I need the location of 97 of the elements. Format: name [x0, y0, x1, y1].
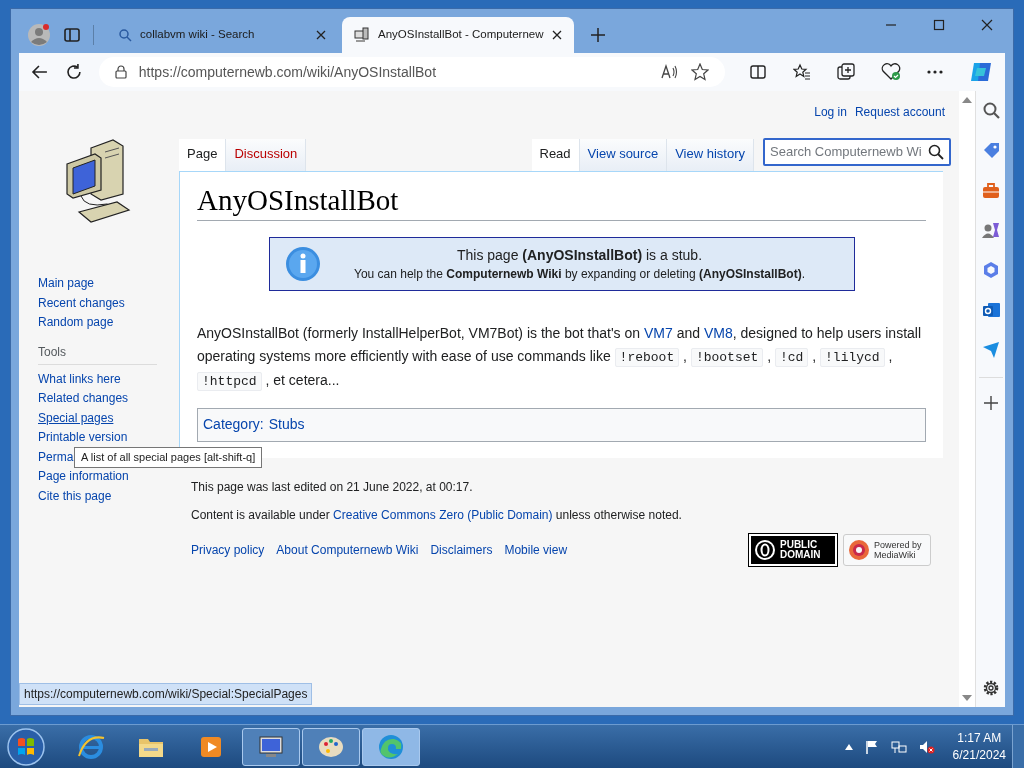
page-title: AnyOSInstallBot: [197, 182, 926, 221]
inline-code: !reboot: [614, 347, 680, 367]
computer-icon: [354, 27, 370, 43]
browser-tab[interactable]: AnyOSInstallBot - Computernew: [342, 17, 574, 53]
toolbox-icon[interactable]: [981, 181, 1000, 199]
body-paragraph: AnyOSInstallBot (formerly InstallHelperBot, VM7Bot) is the bot that's on VM7 and VM8, designed to help users install operating systems more efficiently with ease of use commands like !reboot , !bootset , !cd , !lilycd , !httpcd , et cetera...: [197, 324, 923, 393]
scroll-down-icon[interactable]: [962, 695, 972, 701]
status-url: https://computernewb.com/wiki/Special:SpecialPages: [19, 683, 313, 705]
mediawiki-badge[interactable]: Powered by MediaWiki: [843, 533, 931, 566]
close-icon[interactable]: [981, 19, 993, 31]
maximize-icon[interactable]: [933, 19, 945, 31]
category-link[interactable]: Stubs: [268, 414, 305, 435]
page-tab[interactable]: Discussion: [226, 139, 307, 171]
nav-link[interactable]: Main page: [38, 274, 95, 294]
stub-title: This page (AnyOSInstallBot) is a stub.: [456, 246, 703, 265]
new-tab-icon[interactable]: [590, 27, 606, 43]
refresh-icon[interactable]: [64, 63, 83, 81]
read-aloud-icon[interactable]: [661, 64, 679, 80]
badge-text: PUBLIC: [780, 539, 819, 550]
body-link[interactable]: VM7: [644, 325, 673, 341]
inline-code: !cd: [774, 347, 809, 367]
account-link[interactable]: Request account: [854, 103, 945, 121]
stub-text: You can help the Computernewb Wiki by expanding or deleting (AnyOSInstallBot).: [354, 266, 805, 283]
inline-code: !lilycd: [820, 347, 885, 367]
tab-title: collabvm wiki - Search: [140, 27, 256, 43]
address-bar[interactable]: https://computernewb.com/wiki/AnyOSInstallBot: [98, 57, 725, 87]
public-domain-badge[interactable]: PUBLIC DOMAIN: [749, 533, 837, 566]
favorites-icon[interactable]: [793, 63, 811, 81]
network-icon[interactable]: [890, 739, 907, 754]
footer-link[interactable]: Mobile view: [504, 540, 568, 559]
nav-link[interactable]: Random page: [38, 313, 114, 333]
search-field[interactable]: Search Computernewb Wi: [763, 138, 951, 166]
star-icon[interactable]: [691, 63, 709, 81]
tool-link[interactable]: Special pages: [38, 408, 114, 428]
info-icon: [284, 246, 321, 282]
badge-text: MediaWiki: [874, 549, 916, 560]
outlook-icon[interactable]: [981, 301, 1000, 319]
license-link[interactable]: Creative Commons Zero (Public Domain): [333, 507, 553, 522]
tool-link[interactable]: Printable version: [38, 428, 128, 448]
page-tab[interactable]: Read: [531, 139, 580, 171]
page-tab[interactable]: View history: [667, 139, 754, 171]
category-label[interactable]: Category:: [203, 414, 264, 435]
taskbar-app[interactable]: [302, 727, 360, 766]
tool-link[interactable]: Perma: [38, 447, 74, 467]
back-icon[interactable]: [31, 63, 49, 81]
close-icon[interactable]: [316, 30, 326, 40]
flag-icon[interactable]: [864, 739, 879, 754]
zero-icon: [754, 538, 776, 561]
add-icon[interactable]: [983, 396, 998, 410]
tool-link[interactable]: Cite this page: [38, 486, 112, 506]
search-icon[interactable]: [928, 144, 944, 160]
body-link[interactable]: VM8: [703, 325, 733, 341]
volume-muted-icon[interactable]: [918, 739, 935, 754]
clock-date: 6/21/2024: [952, 746, 1006, 764]
copilot-icon[interactable]: [969, 60, 993, 84]
tab-title: AnyOSInstallBot - Computernew: [378, 27, 544, 43]
search-icon: [118, 28, 132, 42]
account-link[interactable]: Log in: [814, 103, 847, 121]
lock-icon: [114, 65, 127, 79]
tooltip: A list of all special pages [alt-shift-q]: [74, 446, 263, 468]
clock[interactable]: 1:17 AM 6/21/2024: [952, 729, 1006, 764]
section-heading: Tools: [38, 342, 157, 365]
url-text: https://computernewb.com/wiki/AnyOSInstallBot: [138, 62, 437, 82]
tool-link[interactable]: Page information: [38, 467, 129, 487]
start-button[interactable]: [6, 726, 46, 767]
tool-link[interactable]: What links here: [38, 369, 121, 389]
page-tab[interactable]: Page: [179, 139, 227, 171]
tool-link[interactable]: Related changes: [38, 389, 129, 409]
collections-icon[interactable]: [837, 63, 855, 81]
health-icon[interactable]: [881, 63, 901, 81]
badge-text: DOMAIN: [780, 549, 821, 560]
hexagon-icon[interactable]: [981, 261, 1000, 279]
nav-link[interactable]: Recent changes: [38, 293, 125, 313]
inline-code: !httpcd: [197, 372, 262, 391]
split-screen-icon[interactable]: [749, 63, 767, 81]
license-text: Content is available under Creative Commons Zero (Public Domain) unless otherwise noted.: [191, 506, 683, 524]
profile-icon[interactable]: [27, 23, 51, 47]
people-icon[interactable]: [981, 221, 1000, 239]
show-hidden-icon[interactable]: [844, 743, 853, 750]
footer-link[interactable]: Privacy policy: [191, 540, 265, 559]
inline-code: !bootset: [690, 347, 764, 367]
settings-icon[interactable]: [981, 679, 1000, 697]
close-icon[interactable]: [552, 30, 562, 40]
taskbar-app[interactable]: [242, 727, 300, 766]
browser-tab[interactable]: collabvm wiki - Search: [106, 17, 338, 53]
footer-link[interactable]: Disclaimers: [430, 540, 493, 559]
last-edited-text: This page was last edited on 21 June 2022, at 00:17.: [191, 478, 474, 496]
footer-link[interactable]: About Computernewb Wiki: [276, 540, 419, 559]
send-icon[interactable]: [981, 341, 1000, 359]
more-icon[interactable]: [927, 70, 943, 74]
search-icon[interactable]: [981, 101, 1000, 119]
tab-actions-icon[interactable]: [63, 26, 81, 44]
taskbar-app[interactable]: [362, 727, 420, 766]
clock-time: 1:17 AM: [957, 729, 1002, 747]
page-tab[interactable]: View source: [579, 139, 668, 171]
badge-text: Powered by: [874, 539, 922, 550]
scroll-up-icon[interactable]: [962, 97, 972, 103]
